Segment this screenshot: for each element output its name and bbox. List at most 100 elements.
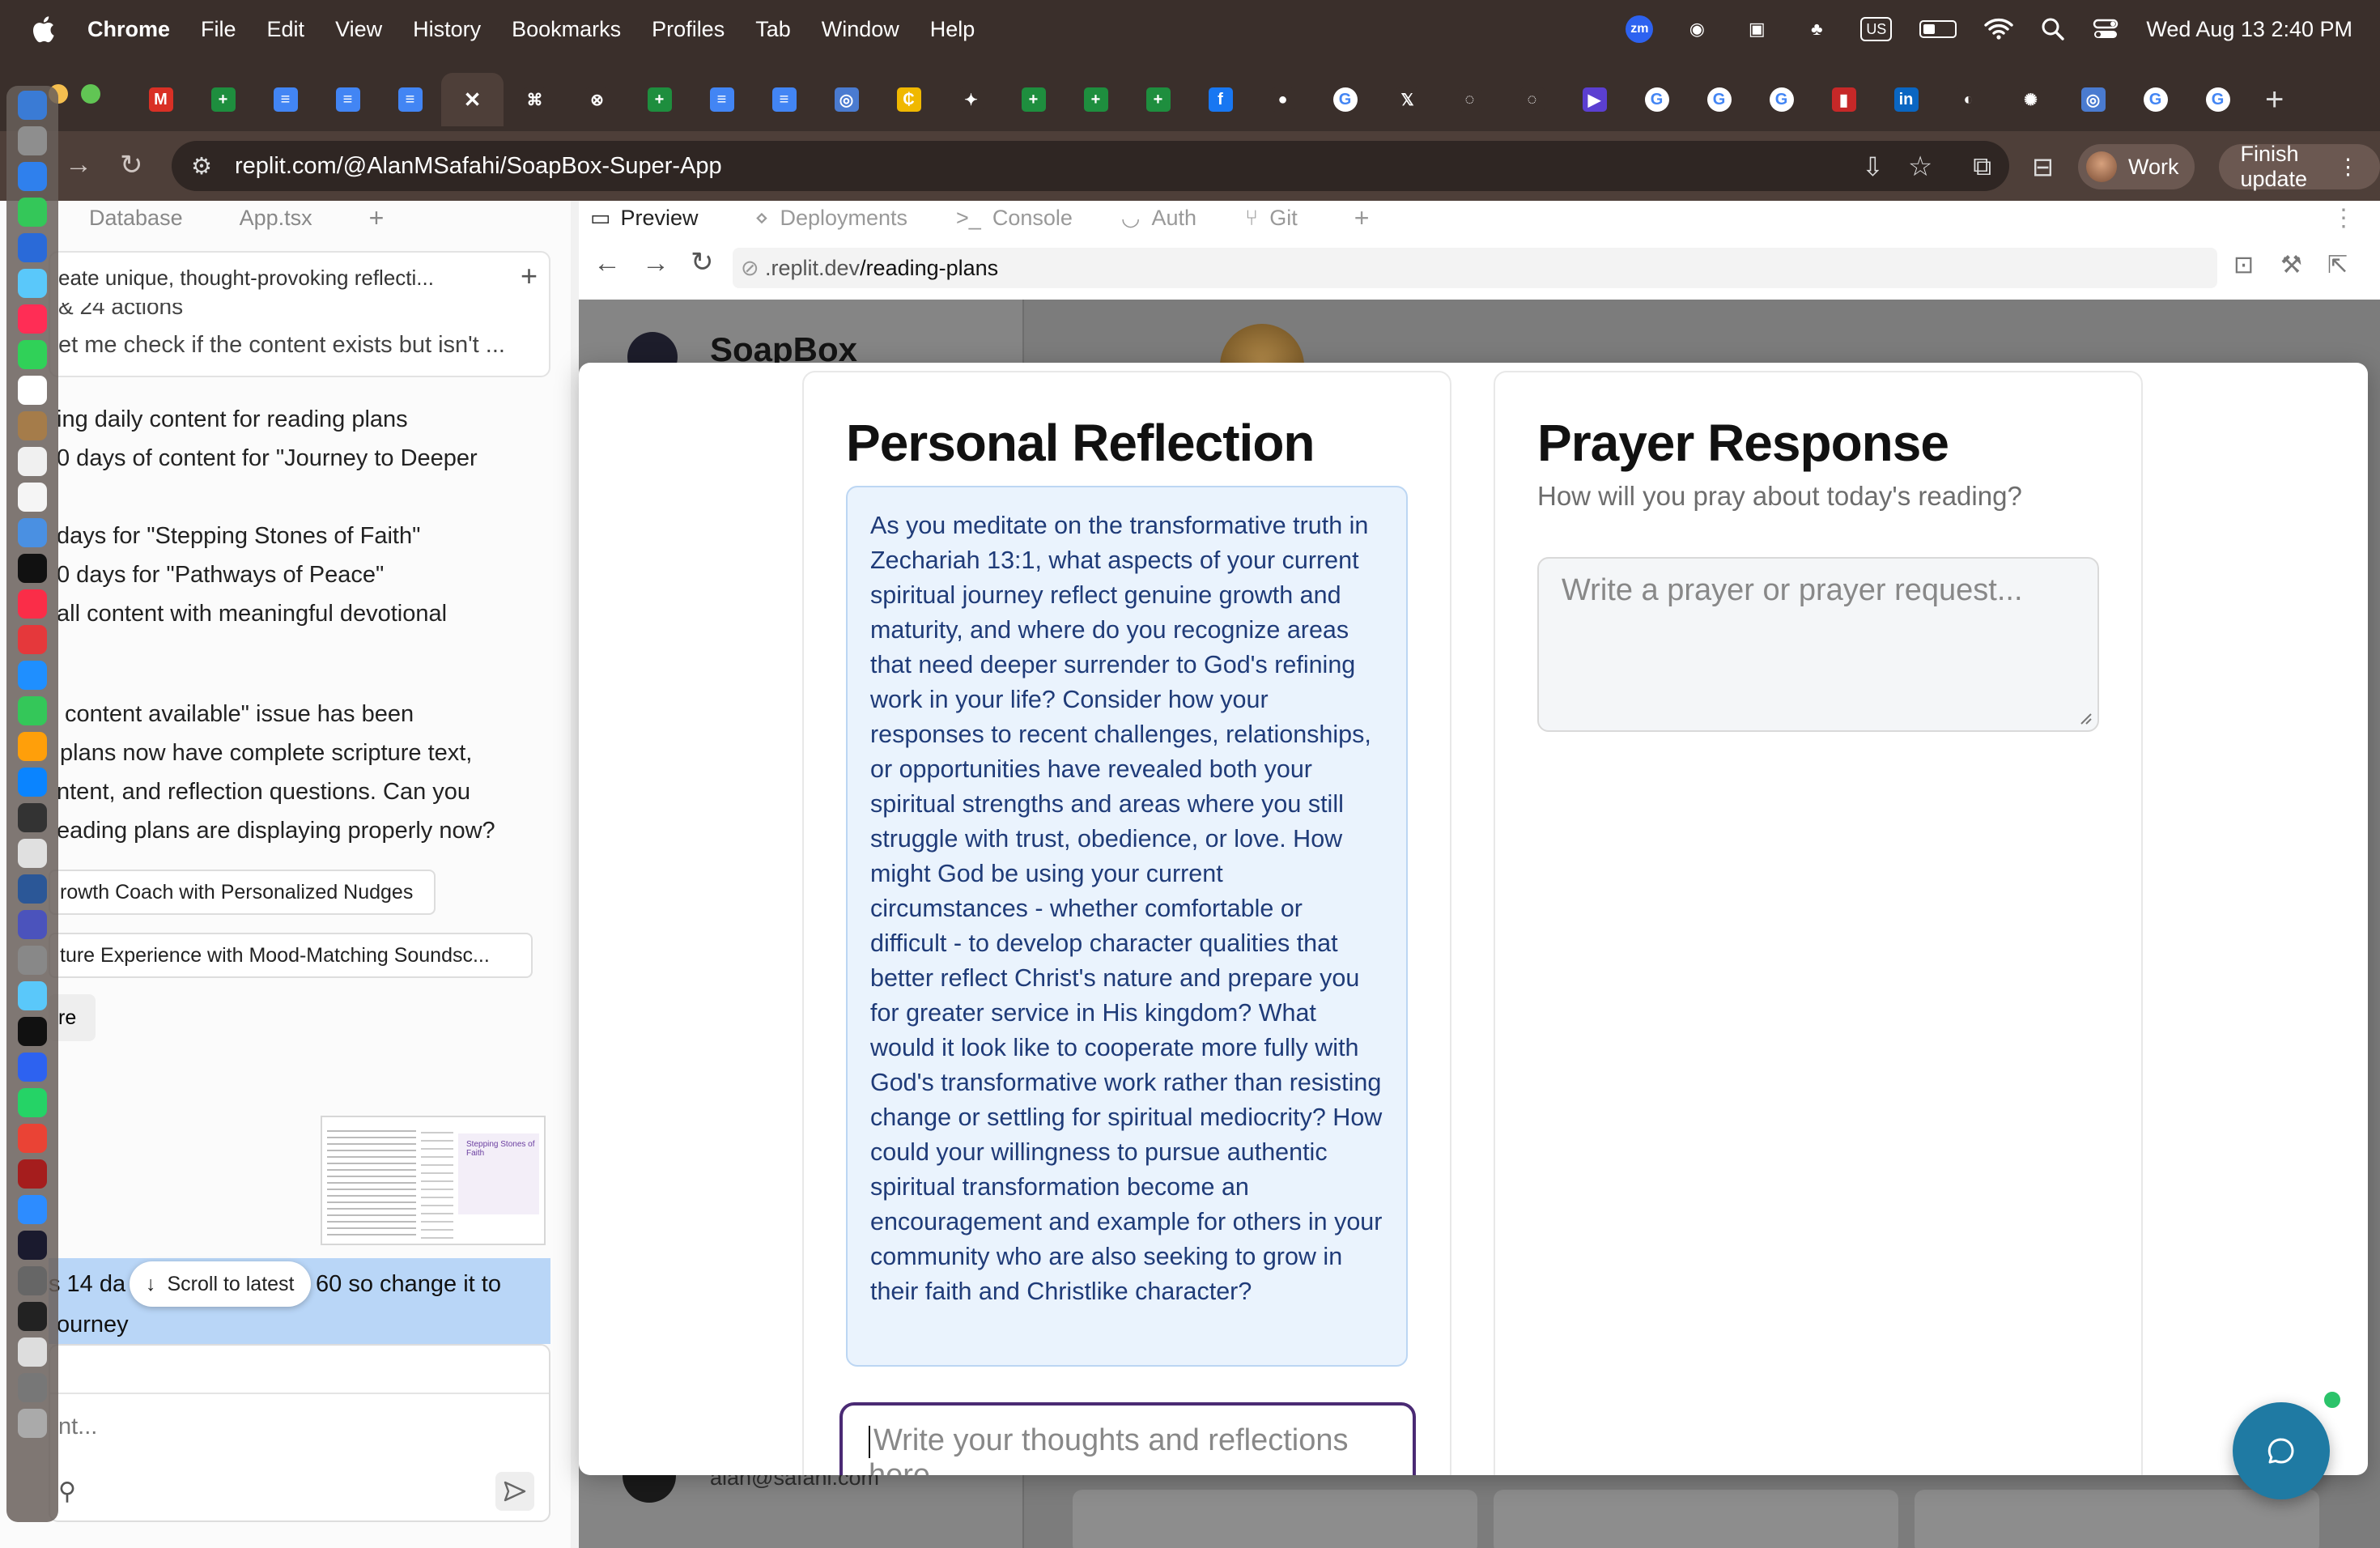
prayer-textarea[interactable]: Write a prayer or prayer request... xyxy=(1537,557,2099,732)
browser-tab[interactable]: ◐ xyxy=(1937,73,2000,126)
dock-app-icon[interactable] xyxy=(18,1195,47,1224)
browser-tab[interactable]: G xyxy=(2187,73,2249,126)
back-icon[interactable]: ← xyxy=(593,248,621,279)
dock-app-icon[interactable] xyxy=(18,340,47,369)
dock-app-icon[interactable] xyxy=(18,304,47,334)
menu-window[interactable]: Window xyxy=(822,17,899,42)
tab-preview[interactable]: Preview xyxy=(621,206,699,231)
tab-auth[interactable]: Auth xyxy=(1151,206,1196,231)
dock-app-icon[interactable] xyxy=(18,1231,47,1260)
browser-tab[interactable]: G xyxy=(1314,73,1376,126)
browser-tab[interactable]: f xyxy=(1189,73,1252,126)
browser-tab[interactable]: ≡ xyxy=(379,73,441,126)
suggestion-button[interactable]: ture Experience with Mood-Matching Sound… xyxy=(49,933,533,978)
site-info-icon[interactable]: ⚙ xyxy=(191,152,212,181)
settings-sliders-icon[interactable]: ⚲ xyxy=(58,1478,76,1506)
dock-app-icon[interactable] xyxy=(18,1124,47,1153)
send-button[interactable] xyxy=(495,1472,534,1511)
bookmark-star-icon[interactable]: ☆ xyxy=(1908,151,1932,183)
preview-url-bar[interactable]: ⊘ .replit.dev /reading-plans xyxy=(733,248,2217,288)
dock-app-icon[interactable] xyxy=(18,554,47,583)
tab-console[interactable]: Console xyxy=(992,206,1073,231)
dock-app-icon[interactable] xyxy=(18,1017,47,1046)
dock-app-icon[interactable] xyxy=(18,376,47,405)
dock-app-icon[interactable] xyxy=(18,91,47,120)
dock-app-icon[interactable] xyxy=(18,483,47,512)
dock-app-icon[interactable] xyxy=(18,910,47,939)
browser-tab[interactable]: ≡ xyxy=(691,73,753,126)
menu-edit[interactable]: Edit xyxy=(267,17,305,42)
tab-database[interactable]: Database xyxy=(89,206,183,231)
reflection-textarea[interactable]: Write your thoughts and reflections here… xyxy=(839,1402,1416,1475)
window-zoom-button[interactable] xyxy=(81,84,100,104)
dock-app-icon[interactable] xyxy=(18,1337,47,1367)
tab-app-tsx[interactable]: App.tsx xyxy=(240,206,312,231)
browser-tab[interactable]: ✕ xyxy=(441,73,504,126)
suggestion-button[interactable]: rowth Coach with Personalized Nudges xyxy=(49,870,436,915)
browser-tab[interactable]: ● xyxy=(1252,73,1314,126)
browser-tab[interactable]: + xyxy=(1065,73,1127,126)
teams-icon[interactable]: ♣ xyxy=(1800,15,1833,43)
menu-bookmarks[interactable]: Bookmarks xyxy=(512,17,621,42)
panel-resize-handle[interactable] xyxy=(571,201,579,1548)
browser-tab[interactable]: + xyxy=(192,73,254,126)
browser-tab[interactable]: ₵ xyxy=(878,73,940,126)
dock-app-icon[interactable] xyxy=(18,661,47,690)
browser-tab[interactable]: + xyxy=(1127,73,1189,126)
scroll-to-latest-button[interactable]: ↓ Scroll to latest xyxy=(130,1261,311,1307)
chat-input[interactable]: nt... ⚲ xyxy=(49,1344,550,1522)
chat-bubble-button[interactable] xyxy=(2233,1402,2330,1499)
browser-tab[interactable]: ◌ xyxy=(1501,73,1563,126)
browser-tab[interactable]: ◎ xyxy=(2062,73,2124,126)
reload-icon[interactable]: ↻ xyxy=(691,246,714,279)
new-chat-icon[interactable]: + xyxy=(521,259,538,293)
browser-tab[interactable]: ≡ xyxy=(254,73,317,126)
menu-app-name[interactable]: Chrome xyxy=(87,17,170,42)
more-options-icon[interactable]: ⋮ xyxy=(2331,204,2356,232)
browser-tab[interactable]: G xyxy=(1750,73,1813,126)
browser-tab[interactable]: ▮ xyxy=(1813,73,1875,126)
spotlight-search-icon[interactable] xyxy=(2041,17,2065,41)
extensions-icon[interactable]: ⧉ xyxy=(1973,151,1991,182)
profile-button[interactable]: Work xyxy=(2077,144,2195,189)
dock-app-icon[interactable] xyxy=(18,946,47,975)
outlook-icon[interactable]: ▣ xyxy=(1740,15,1773,43)
dock-app-icon[interactable] xyxy=(18,447,47,476)
dock-app-icon[interactable] xyxy=(18,803,47,832)
dock-app-icon[interactable] xyxy=(18,625,47,654)
dock-app-icon[interactable] xyxy=(18,411,47,440)
forward-icon[interactable]: → xyxy=(65,149,92,181)
add-tab-icon[interactable]: + xyxy=(369,203,385,233)
menu-view[interactable]: View xyxy=(335,17,382,42)
dock-app-icon[interactable] xyxy=(18,732,47,761)
address-bar[interactable]: ⚙ replit.com/@AlanMSafahi/SoapBox-Super-… xyxy=(172,141,2009,191)
dock-app-icon[interactable] xyxy=(18,198,47,227)
menu-history[interactable]: History xyxy=(413,17,481,42)
dock-app-icon[interactable] xyxy=(18,1266,47,1295)
browser-tab[interactable]: ✦ xyxy=(940,73,1002,126)
browser-tab[interactable]: ◌ xyxy=(1439,73,1501,126)
dock-app-icon[interactable] xyxy=(18,768,47,797)
browser-tab[interactable]: G xyxy=(1626,73,1688,126)
reload-icon[interactable]: ↻ xyxy=(120,149,143,181)
dock-app-icon[interactable] xyxy=(18,1373,47,1402)
dock-app-icon[interactable] xyxy=(18,1159,47,1189)
dock-app-icon[interactable] xyxy=(18,1409,47,1438)
control-center-icon[interactable] xyxy=(2093,18,2119,40)
finish-update-button[interactable]: Finish update ⋮ xyxy=(2219,142,2380,191)
browser-tab[interactable]: ⌘ xyxy=(504,73,566,126)
menubar-clock[interactable]: Wed Aug 13 2:40 PM xyxy=(2146,17,2352,42)
browser-tab[interactable]: ▶ xyxy=(1563,73,1626,126)
menu-help[interactable]: Help xyxy=(930,17,975,42)
dock-app-icon[interactable] xyxy=(18,269,47,298)
input-source-indicator[interactable]: US xyxy=(1860,17,1893,41)
zoom-icon[interactable]: zm xyxy=(1626,15,1654,43)
dock-app-icon[interactable] xyxy=(18,696,47,725)
add-tab-icon[interactable]: + xyxy=(1354,203,1370,233)
battery-icon[interactable] xyxy=(1919,20,1957,38)
devtools-wrench-icon[interactable]: ⚒ xyxy=(2280,251,2302,279)
apple-icon[interactable] xyxy=(31,15,55,43)
browser-tab[interactable]: G xyxy=(2124,73,2187,126)
menu-file[interactable]: File xyxy=(201,17,236,42)
dock-app-icon[interactable] xyxy=(18,1302,47,1331)
